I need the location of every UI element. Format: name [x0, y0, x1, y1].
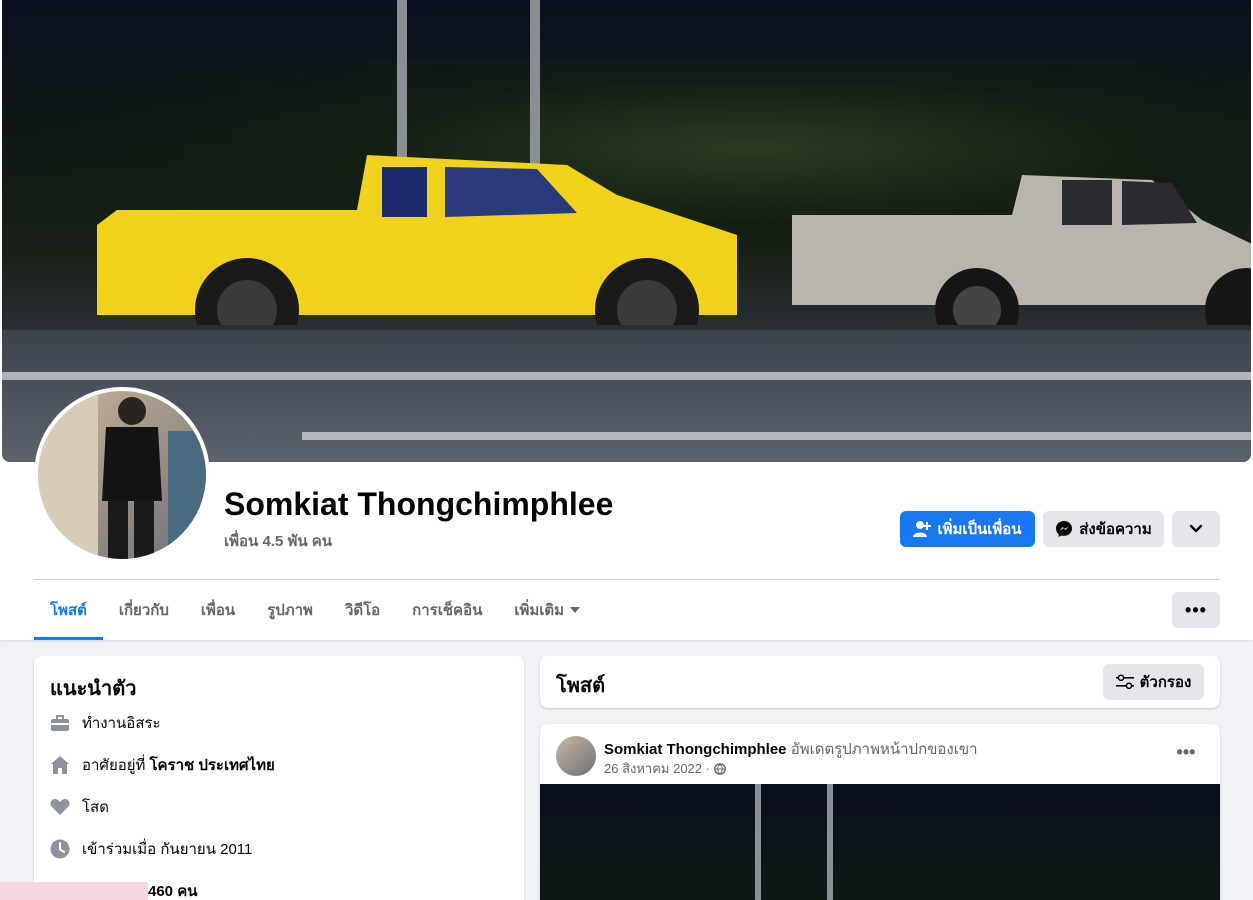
intro-work-text: ทำงานอิสระ [82, 715, 161, 732]
tab-checkins[interactable]: การเช็คอิน [396, 580, 498, 640]
yellow-pickup-truck [97, 155, 737, 325]
post-author[interactable]: Somkiat Thongchimphlee [604, 741, 787, 758]
post-image-tower-right [827, 784, 833, 900]
intro-lives: อาศัยอยู่ที่ โคราช ประเทศไทย [50, 753, 275, 777]
filter-label: ตัวกรอง [1139, 674, 1192, 691]
cover-tower-right [530, 0, 540, 180]
briefcase-icon [50, 713, 70, 733]
intro-work: ทำงานอิสระ [50, 711, 161, 735]
message-button[interactable]: ส่งข้อความ [1043, 511, 1164, 547]
profile-tabs: โพสต์ เกี่ยวกับ เพื่อน รูปภาพ วิดีโอ การ… [34, 580, 596, 640]
caret-down-icon [570, 607, 581, 613]
clock-icon [50, 839, 70, 859]
chat-bar-edge [0, 882, 148, 900]
filter-button[interactable]: ตัวกรอง [1103, 664, 1204, 700]
profile-dropdown-button[interactable] [1172, 511, 1220, 547]
intro-lives-place[interactable]: โคราช ประเทศไทย [149, 753, 274, 777]
intro-relationship: โสด [50, 795, 109, 819]
add-friend-label: เพิ่มเป็นเพื่อน [937, 521, 1022, 538]
filter-icon [1115, 674, 1134, 690]
add-friend-button[interactable]: เพิ่มเป็นเพื่อน [900, 511, 1035, 547]
profile-avatar[interactable] [38, 391, 206, 559]
cover-road-stripe [2, 372, 1251, 380]
post-action: อัพเดตรูปภาพหน้าปกของเขา [790, 741, 978, 758]
intro-card: แนะนำตัว ทำงานอิสระ อาศัยอยู่ที่ โคราช ป… [34, 656, 524, 900]
post-image[interactable] [540, 784, 1220, 900]
avatar-person [38, 391, 206, 559]
intro-followers: 460 คน [148, 879, 197, 900]
tab-posts[interactable]: โพสต์ [34, 580, 103, 640]
heart-icon [50, 797, 70, 817]
tab-friends[interactable]: เพื่อน [185, 580, 251, 640]
message-label: ส่งข้อความ [1079, 521, 1152, 538]
post-author-avatar[interactable] [556, 736, 596, 776]
tabs-options-button[interactable]: ••• [1172, 592, 1220, 628]
profile-header: Somkiat Thongchimphlee เพื่อน 4.5 พัน คน… [0, 0, 1253, 640]
post-meta: 26 สิงหาคม 2022 · [604, 758, 726, 779]
tab-about[interactable]: เกี่ยวกับ [103, 580, 185, 640]
chevron-down-icon [1189, 524, 1203, 533]
tab-more-label: เพิ่มเติม [514, 602, 565, 619]
ellipsis-icon: ••• [1185, 599, 1207, 620]
post-date[interactable]: 26 สิงหาคม 2022 · [604, 758, 710, 779]
intro-joined-text: เข้าร่วมเมื่อ กันยายน 2011 [82, 841, 253, 858]
tab-more[interactable]: เพิ่มเติม [498, 580, 596, 640]
posts-title: โพสต์ [556, 675, 606, 697]
intro-lives-prefix: อาศัยอยู่ที่ [82, 757, 146, 774]
messenger-icon [1056, 521, 1073, 537]
post-card: Somkiat Thongchimphlee อัพเดตรูปภาพหน้าป… [540, 724, 1220, 900]
posts-header: โพสต์ ตัวกรอง [540, 656, 1220, 708]
friends-count[interactable]: เพื่อน 4.5 พัน คน [224, 529, 332, 553]
cover-road-stripe [302, 432, 1251, 440]
tab-photos[interactable]: รูปภาพ [251, 580, 329, 640]
profile-name: Somkiat Thongchimphlee [224, 486, 614, 522]
intro-joined: เข้าร่วมเมื่อ กันยายน 2011 [50, 837, 252, 861]
post-options-button[interactable]: ••• [1168, 740, 1204, 764]
post-image-tower-left [755, 784, 761, 900]
cover-tower-left [397, 0, 407, 180]
cover-photo[interactable] [2, 0, 1251, 462]
ellipsis-icon: ••• [1176, 741, 1196, 762]
add-friend-icon [913, 521, 932, 537]
tab-videos[interactable]: วิดีโอ [329, 580, 396, 640]
globe-icon [714, 762, 726, 775]
intro-title: แนะนำตัว [50, 678, 137, 700]
intro-relationship-text: โสด [82, 799, 109, 816]
silver-pickup-truck [792, 175, 1251, 325]
home-icon [50, 755, 70, 775]
intro-followers-count[interactable]: 460 คน [148, 879, 197, 900]
